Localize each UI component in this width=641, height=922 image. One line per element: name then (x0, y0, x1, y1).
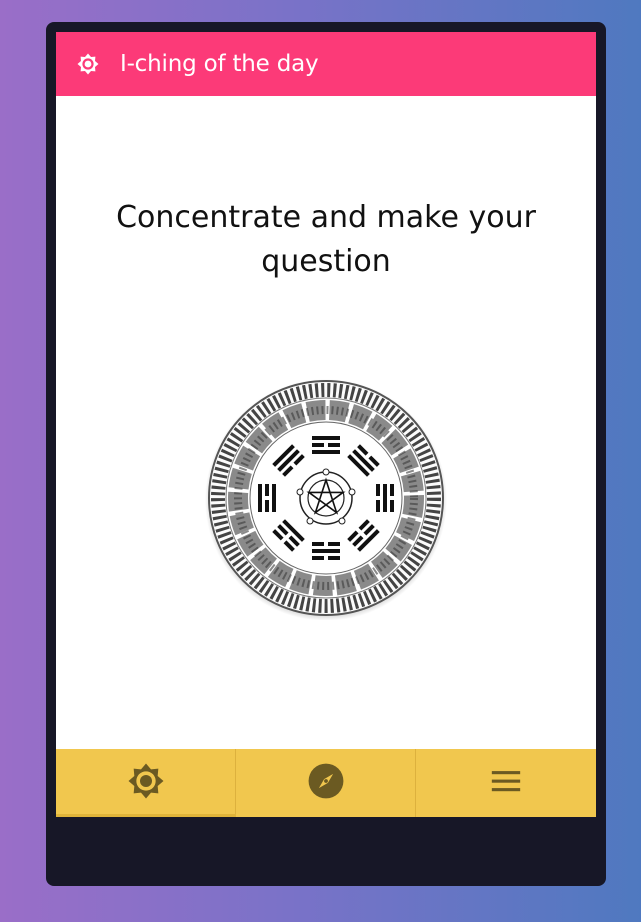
main-content: Concentrate and make your question (56, 96, 596, 749)
menu-icon (489, 764, 523, 802)
brightness-icon[interactable] (76, 52, 100, 76)
bottom-navigation (56, 749, 596, 817)
nav-item-daily[interactable] (56, 749, 236, 817)
device-frame: I-ching of the day Concentrate and make … (46, 22, 606, 886)
question-prompt: Concentrate and make your question (116, 200, 536, 279)
nav-item-explore[interactable] (236, 749, 416, 817)
nav-item-menu[interactable] (416, 749, 596, 817)
i-ching-coin-image[interactable] (204, 376, 448, 620)
compass-icon (307, 762, 345, 804)
app-title: I-ching of the day (120, 51, 319, 77)
app-screen: I-ching of the day Concentrate and make … (56, 32, 596, 817)
brightness-icon (126, 761, 166, 805)
app-bar: I-ching of the day (56, 32, 596, 96)
